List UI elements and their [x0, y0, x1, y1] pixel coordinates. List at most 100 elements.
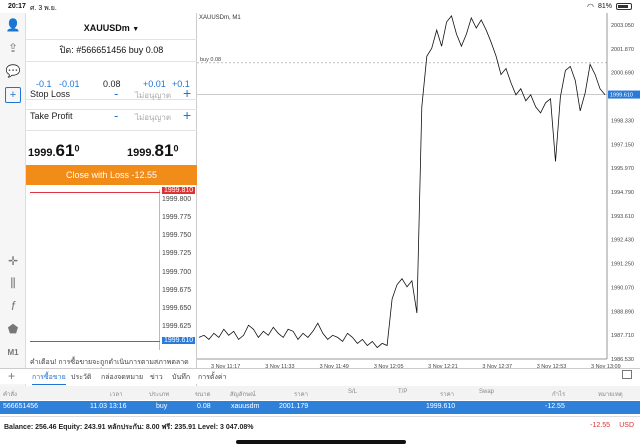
- time-cell: 11.03 13:16: [90, 403, 127, 410]
- column-header: ราคา: [294, 392, 308, 398]
- candles-icon[interactable]: ⫼: [5, 275, 21, 291]
- ticket-label: ปิด: #566651456 buy 0.08: [59, 45, 164, 55]
- tab-mailbox[interactable]: กล่องจดหมาย: [101, 372, 143, 383]
- order-cell: 566651456: [3, 403, 39, 410]
- wifi-icon: ◠: [587, 2, 594, 11]
- tick-label: 1999.775: [162, 214, 192, 221]
- take-profit-row: Take Profit - ไม่อนุญาต +: [30, 107, 193, 125]
- y-tick-label: 1994.790: [611, 190, 634, 196]
- close-with-loss-button[interactable]: Close with Loss -12.55: [26, 165, 197, 185]
- price-chart[interactable]: 2003.050 2001.870 2000.690 1998.330 1997.150…: [197, 13, 640, 395]
- table-header: คำสั่ง เวลา ประเภท ขนาด สัญลักษณ์ ราคา S…: [0, 386, 640, 400]
- y-tick-label: 1993.610: [611, 214, 634, 220]
- tick-label: 1999.675: [162, 287, 192, 294]
- tick-label: 1999.700: [162, 269, 192, 276]
- column-header: คำสั่ง: [3, 392, 17, 398]
- column-header: ราคา: [440, 392, 454, 398]
- currency-label: USD: [619, 422, 634, 429]
- table-row[interactable]: 566651456 11.03 13:16 buy 0.08 xauusdm 2…: [0, 401, 640, 414]
- y-tick-label: 1997.150: [611, 142, 634, 148]
- order-panel: XAUUSDm ▼ ปิด: #566651456 buy 0.08 -0.1 …: [26, 13, 197, 395]
- size-cell: 0.08: [197, 403, 211, 410]
- terminal-tabs: + การซื้อขาย ประวัติ กล่องจดหมาย ข่าว บั…: [0, 368, 640, 385]
- column-header: T/P: [398, 389, 408, 395]
- tab-news[interactable]: ข่าว: [150, 372, 163, 383]
- tick-label: 1999.725: [162, 250, 192, 257]
- balance-summary: Balance: 256.46 Equity: 243.91 หลักประกั…: [4, 424, 254, 431]
- chart-title: XAUUSDm, M1: [199, 15, 241, 21]
- price-series-line: [198, 15, 606, 349]
- crosshair-icon[interactable]: ✛: [5, 253, 21, 269]
- bid-tag: 1999.610: [162, 337, 196, 344]
- y-tick-label: 1991.250: [611, 262, 634, 268]
- column-header: ประเภท: [149, 392, 170, 398]
- y-tick-label: 2003.050: [611, 23, 634, 29]
- price-cell: 2001.179: [279, 403, 309, 410]
- function-icon[interactable]: f: [5, 298, 21, 314]
- current-price-cell: 1999.610: [426, 403, 456, 410]
- column-header: ขนาด: [195, 392, 211, 398]
- chat-icon[interactable]: 💬: [5, 63, 21, 79]
- chevron-down-icon: ▼: [132, 26, 140, 33]
- stop-loss-label: Stop Loss: [30, 89, 71, 99]
- left-toolbar: 👤 ⇪ 💬 + ✛ ⫼ f ⬟ M1: [0, 13, 26, 395]
- battery-icon: [616, 3, 632, 10]
- y-tick-label: 1988.890: [611, 309, 634, 315]
- balance-bar: Balance: 256.46 Equity: 243.91 หลักประกั…: [0, 416, 640, 434]
- column-header: S/L: [348, 389, 358, 395]
- add-order-icon[interactable]: +: [5, 87, 21, 103]
- tick-label: 1999.650: [162, 305, 192, 312]
- tick-label: 1999.625: [162, 323, 192, 330]
- tab-trade[interactable]: การซื้อขาย: [32, 372, 66, 385]
- type-cell: buy: [156, 403, 168, 410]
- y-tick-label: 2000.690: [611, 71, 634, 77]
- chart-svg: 2003.050 2001.870 2000.690 1998.330 1997.150…: [197, 13, 640, 368]
- profit-cell: -12.55: [545, 403, 565, 410]
- stop-loss-minus-button[interactable]: -: [114, 86, 118, 101]
- ask-tag: 1999.810: [162, 187, 196, 194]
- stop-loss-row: Stop Loss - ไม่อนุญาต +: [30, 85, 193, 103]
- tab-settings[interactable]: การตั้งค่า: [198, 372, 227, 383]
- current-price-label: 1999.610: [610, 93, 633, 99]
- column-header: หมายเหตุ: [598, 392, 623, 398]
- y-tick-label: 1986.530: [611, 357, 634, 363]
- order-line-label: buy 0.08: [200, 57, 221, 63]
- stop-loss-input[interactable]: ไม่อนุญาต: [128, 89, 178, 102]
- y-tick-label: 1987.710: [611, 333, 634, 339]
- stop-loss-plus-button[interactable]: +: [183, 85, 191, 101]
- y-tick-label: 1995.970: [611, 166, 634, 172]
- take-profit-minus-button[interactable]: -: [114, 108, 118, 123]
- bid-price: 1999.610: [28, 141, 80, 160]
- y-tick-label: 1998.330: [611, 118, 634, 124]
- symbol-cell: xauusdm: [231, 403, 260, 410]
- tab-journal[interactable]: บันทึก: [172, 372, 190, 383]
- panel-toggle-icon[interactable]: [622, 370, 632, 379]
- clock: 20:17: [8, 3, 26, 10]
- tick-label: 1999.800: [162, 196, 192, 203]
- column-header: Swap: [479, 389, 495, 395]
- objects-icon[interactable]: ⬟: [5, 321, 21, 337]
- status-bar: 20:17 ศ. 3 พ.ย. ◠ 81%: [0, 0, 640, 13]
- plus-icon[interactable]: +: [8, 369, 15, 383]
- take-profit-input[interactable]: ไม่อนุญาต: [128, 111, 178, 124]
- y-tick-label: 1992.430: [611, 238, 634, 244]
- home-indicator: [236, 440, 406, 444]
- ask-price: 1999.810: [127, 141, 179, 160]
- tab-history[interactable]: ประวัติ: [71, 372, 91, 383]
- person-icon[interactable]: 👤: [5, 17, 21, 33]
- battery-label: 81%: [597, 3, 612, 10]
- timeframe-button[interactable]: M1: [5, 344, 21, 360]
- column-header: เวลา: [110, 392, 123, 398]
- y-tick-label: 1990.070: [611, 285, 634, 291]
- tick-label: 1999.750: [162, 232, 192, 239]
- total-profit: -12.55: [590, 422, 610, 429]
- price-row: 1999.610 1999.810: [26, 141, 197, 163]
- column-header: กำไร: [552, 392, 566, 398]
- column-header: สัญลักษณ์: [230, 392, 256, 398]
- y-tick-label: 2001.870: [611, 47, 634, 53]
- symbol-selector[interactable]: XAUUSDm ▼: [26, 23, 197, 33]
- tick-chart: 1999.810 1999.800 1999.775 1999.750 1999…: [26, 187, 197, 350]
- take-profit-label: Take Profit: [30, 111, 73, 121]
- take-profit-plus-button[interactable]: +: [183, 107, 191, 123]
- share-icon[interactable]: ⇪: [5, 40, 21, 56]
